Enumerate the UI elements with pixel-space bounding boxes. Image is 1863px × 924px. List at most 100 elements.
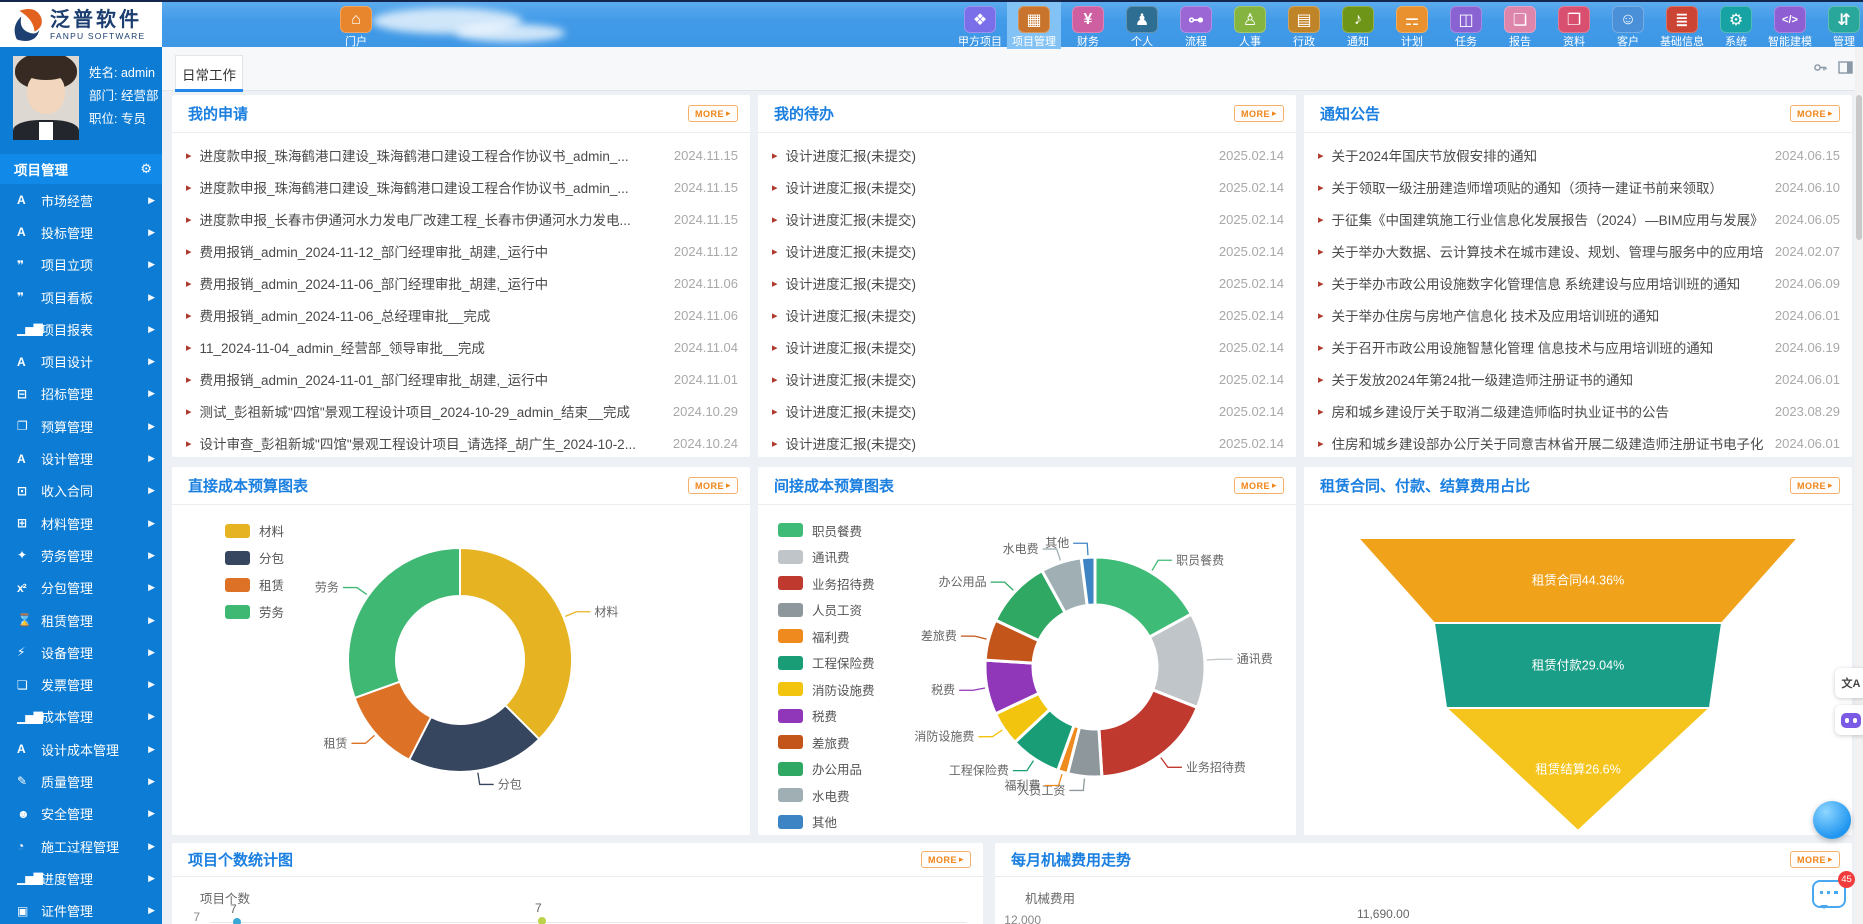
sidebar-section-header[interactable]: 项目管理 ⚙ [0,154,162,184]
legend-item-人员工资[interactable]: 人员工资 [778,597,875,624]
page-scrollbar[interactable] [1855,47,1863,924]
sidebar-item-设计管理[interactable]: A设计管理▶ [0,442,162,474]
list-item[interactable]: ▸关于举办住房与房地产信息化 技术及应用培训班的通知2024.06.01 [1318,299,1840,331]
list-item[interactable]: ▸关于举办大数据、云计算技术在城市建设、规划、管理与服务中的应用培训班...20… [1318,235,1840,267]
nav-item-portal[interactable]: ⌂ 门户 [329,2,383,49]
sidebar-item-发票管理[interactable]: ❏发票管理▶ [0,668,162,700]
list-item[interactable]: ▸设计进度汇报(未提交)2025.02.14 [772,331,1284,363]
list-item[interactable]: ▸设计进度汇报(未提交)2025.02.14 [772,427,1284,459]
nav-item-系统[interactable]: ⚙系统 [1709,2,1763,49]
sidebar-item-成本管理[interactable]: ▁▅▇成本管理▶ [0,701,162,733]
list-item[interactable]: ▸设计进度汇报(未提交)2025.02.14 [772,203,1284,235]
nav-item-智能建模[interactable]: </>智能建模 [1763,2,1817,49]
sidebar-item-劳务管理[interactable]: ✦劳务管理▶ [0,539,162,571]
help-bubble-button[interactable] [1813,801,1851,839]
more-button[interactable]: MORE▸ [1790,105,1840,122]
sidebar-item-市场经营[interactable]: A市场经营▶ [0,184,162,216]
nav-item-通知[interactable]: ♪通知 [1331,2,1385,49]
donut-slice-劳务[interactable] [348,548,460,698]
tab-daily-work[interactable]: 日常工作 [175,55,243,91]
legend-item-水电费[interactable]: 水电费 [778,782,875,809]
nav-item-计划[interactable]: ⚎计划 [1385,2,1439,49]
nav-item-管理[interactable]: ⇵管理 [1817,2,1863,49]
more-button[interactable]: MORE▸ [1234,477,1284,494]
list-item[interactable]: ▸测试_彭祖新城"四馆"景观工程设计项目_2024-10-29_admin_结束… [186,395,738,427]
nav-item-任务[interactable]: ◫任务 [1439,2,1493,49]
legend-item-工程保险费[interactable]: 工程保险费 [778,650,875,677]
legend-item-业务招待费[interactable]: 业务招待费 [778,570,875,597]
list-item[interactable]: ▸关于领取一级注册建造师增项贴的通知（须持一建证书前来领取）2024.06.10 [1318,171,1840,203]
donut-slice-业务招待费[interactable] [1099,690,1197,777]
app-logo[interactable]: 泛普软件 FANPU SOFTWARE [0,2,162,47]
sidebar-item-设计成本管理[interactable]: A设计成本管理▶ [0,733,162,765]
list-item[interactable]: ▸进度款申报_珠海鹤港口建设_珠海鹤港口建设工程合作协议书_admin_...2… [186,171,738,203]
list-item[interactable]: ▸设计进度汇报(未提交)2025.02.14 [772,171,1284,203]
collapse-panel-icon[interactable] [1838,60,1853,75]
list-item[interactable]: ▸进度款申报_长春市伊通河水力发电厂改建工程_长春市伊通河水力发电...2024… [186,203,738,235]
legend-item-租赁[interactable]: 租赁 [225,571,284,598]
nav-item-人事[interactable]: ♙人事 [1223,2,1277,49]
sidebar-item-材料管理[interactable]: ⊞材料管理▶ [0,507,162,539]
legend-item-消防设施费[interactable]: 消防设施费 [778,676,875,703]
list-item[interactable]: ▸设计审查_彭祖新城"四馆"景观工程设计项目_请选择_胡广生_2024-10-2… [186,427,738,459]
legend-item-劳务[interactable]: 劳务 [225,598,284,625]
nav-item-基础信息[interactable]: ≣基础信息 [1655,2,1709,49]
legend-item-办公用品[interactable]: 办公用品 [778,756,875,783]
more-button[interactable]: MORE▸ [688,477,738,494]
legend-item-其他[interactable]: 其他 [778,809,875,836]
list-item[interactable]: ▸设计进度汇报(未提交)2025.02.14 [772,395,1284,427]
list-item[interactable]: ▸费用报销_admin_2024-11-12_部门经理审批_胡建,_运行中202… [186,235,738,267]
donut-slice-材料[interactable] [460,548,572,739]
list-item[interactable]: ▸关于召开市政公用设施智慧化管理 信息技术与应用培训班的通知2024.06.19 [1318,331,1840,363]
more-button[interactable]: MORE▸ [1790,851,1840,868]
sidebar-item-设备管理[interactable]: ⚡设备管理▶ [0,636,162,668]
list-item[interactable]: ▸于征集《中国建筑施工行业信息化发展报告（2024）—BIM应用与发展》材料..… [1318,203,1840,235]
legend-item-分包[interactable]: 分包 [225,544,284,571]
sidebar-item-招标管理[interactable]: ⊟招标管理▶ [0,378,162,410]
sidebar-item-项目设计[interactable]: A项目设计▶ [0,345,162,377]
list-item[interactable]: ▸房和城乡建设厅关于取消二级建造师临时执业证书的公告2023.08.29 [1318,395,1840,427]
sidebar-item-项目看板[interactable]: ❞项目看板▶ [0,281,162,313]
list-item[interactable]: ▸关于发放2024年第24批一级建造师注册证书的通知2024.06.01 [1318,363,1840,395]
list-item[interactable]: ▸费用报销_admin_2024-11-06_部门经理审批_胡建,_运行中202… [186,267,738,299]
sidebar-item-收入合同[interactable]: ⊡收入合同▶ [0,475,162,507]
list-item[interactable]: ▸设计进度汇报(未提交)2025.02.14 [772,267,1284,299]
sidebar-item-证件管理[interactable]: ▣证件管理▶ [0,895,162,924]
list-item[interactable]: ▸费用报销_admin_2024-11-06_总经理审批__完成2024.11.… [186,299,738,331]
list-item[interactable]: ▸进度款申报_珠海鹤港口建设_珠海鹤港口建设工程合作协议书_admin_...2… [186,139,738,171]
legend-item-差旅费[interactable]: 差旅费 [778,729,875,756]
list-item[interactable]: ▸设计进度汇报(未提交)2025.02.14 [772,139,1284,171]
sidebar-item-项目报表[interactable]: ▁▅▇项目报表▶ [0,313,162,345]
list-item[interactable]: ▸关于举办市政公用设施数字化管理信息 系统建设与应用培训班的通知2024.06.… [1318,267,1840,299]
legend-item-通讯费[interactable]: 通讯费 [778,544,875,571]
sidebar-item-租赁管理[interactable]: ⌛租赁管理▶ [0,604,162,636]
list-item[interactable]: ▸费用报销_admin_2024-11-01_部门经理审批_胡建,_运行中202… [186,363,738,395]
legend-item-福利费[interactable]: 福利费 [778,623,875,650]
nav-item-客户[interactable]: ☺客户 [1601,2,1655,49]
assistant-robot-button[interactable] [1835,705,1863,735]
more-button[interactable]: MORE▸ [1234,105,1284,122]
list-item[interactable]: ▸设计进度汇报(未提交)2025.02.14 [772,363,1284,395]
nav-item-财务[interactable]: ¥财务 [1061,2,1115,49]
legend-item-材料[interactable]: 材料 [225,517,284,544]
sidebar-item-施工过程管理[interactable]: ◔施工过程管理▶ [0,830,162,862]
list-item[interactable]: ▸11_2024-11-04_admin_经营部_领导审批__完成2024.11… [186,331,738,363]
list-item[interactable]: ▸关于2024年国庆节放假安排的通知2024.06.15 [1318,139,1840,171]
list-item[interactable]: ▸住房和城乡建设部办公厅关于同意吉林省开展二级建造师注册证书电子化试点...20… [1318,427,1840,459]
scrollbar-thumb[interactable] [1856,95,1862,240]
data-point[interactable] [538,917,546,924]
sidebar-item-进度管理[interactable]: ▁▅▇进度管理▶ [0,862,162,894]
sidebar-item-质量管理[interactable]: ✎质量管理▶ [0,765,162,797]
nav-item-个人[interactable]: ♟个人 [1115,2,1169,49]
list-item[interactable]: ▸设计进度汇报(未提交)2025.02.14 [772,235,1284,267]
more-button[interactable]: MORE▸ [688,105,738,122]
legend-item-税费[interactable]: 税费 [778,703,875,730]
gear-icon[interactable]: ⚙ [140,161,152,177]
sidebar-item-分包管理[interactable]: x²分包管理▶ [0,572,162,604]
nav-item-流程[interactable]: ⊶流程 [1169,2,1223,49]
legend-item-职员餐费[interactable]: 职员餐费 [778,517,875,544]
more-button[interactable]: MORE▸ [1790,477,1840,494]
nav-item-报告[interactable]: ❏报告 [1493,2,1547,49]
sidebar-item-项目立项[interactable]: ❞项目立项▶ [0,249,162,281]
list-item[interactable]: ▸设计进度汇报(未提交)2025.02.14 [772,299,1284,331]
